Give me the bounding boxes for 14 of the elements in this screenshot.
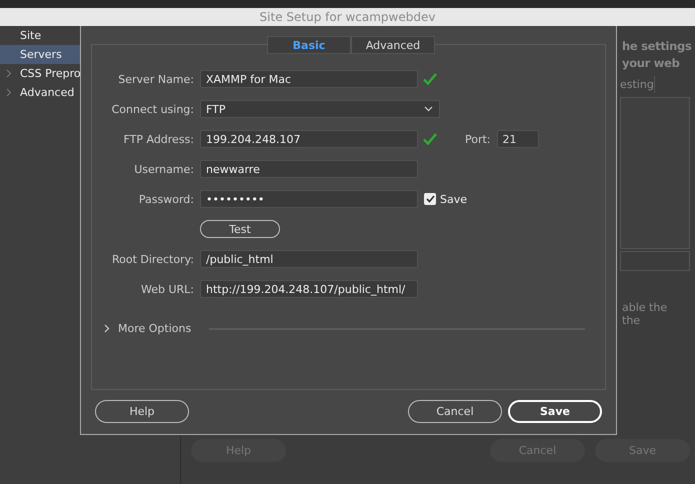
note-text: the [622,314,642,327]
heading-text: he settings [622,38,693,55]
field-label: Web URL: [140,282,195,296]
field-label: Username: [133,162,195,176]
field-label: Connect using: [110,102,195,116]
field-label: FTP Address: [122,132,195,146]
checkbox-label: Save [440,192,468,206]
window-title: Site Setup for wcampwebdev [260,10,436,24]
field-label: Port: [465,132,491,146]
note-text: able the [622,301,668,314]
heading-text: your web [622,55,681,72]
field-label: Root Directory: [110,252,195,266]
field-label: Server Name: [117,72,195,86]
field-label: Password: [138,192,195,206]
